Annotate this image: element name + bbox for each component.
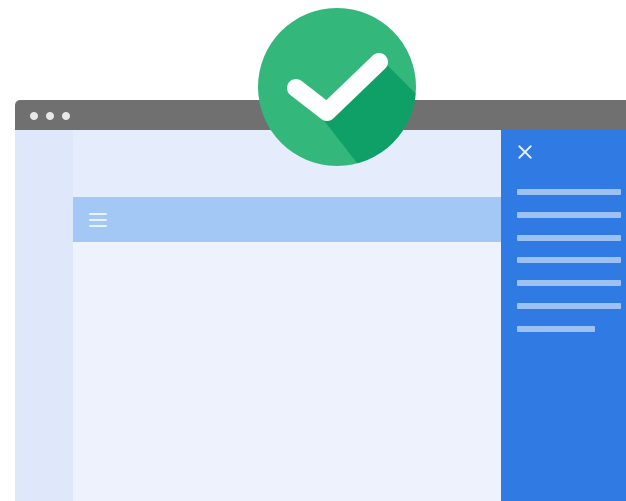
drawer-item[interactable]: [517, 235, 621, 241]
drawer-item[interactable]: [517, 326, 595, 332]
page-content: [73, 130, 501, 501]
side-drawer: [501, 130, 626, 501]
window-dot-icon: [46, 112, 54, 120]
checkmark-badge: [258, 8, 416, 166]
hamburger-menu-icon[interactable]: [89, 213, 107, 227]
app-bar: [73, 197, 501, 242]
close-icon[interactable]: [517, 144, 533, 160]
left-rail: [15, 130, 73, 501]
drawer-item[interactable]: [517, 280, 621, 286]
window-dot-icon: [62, 112, 70, 120]
window-dot-icon: [30, 112, 38, 120]
browser-viewport: [15, 130, 626, 501]
drawer-item[interactable]: [517, 303, 621, 309]
drawer-item[interactable]: [517, 212, 621, 218]
drawer-item[interactable]: [517, 189, 621, 195]
illustration: [0, 0, 626, 501]
drawer-item[interactable]: [517, 257, 621, 263]
